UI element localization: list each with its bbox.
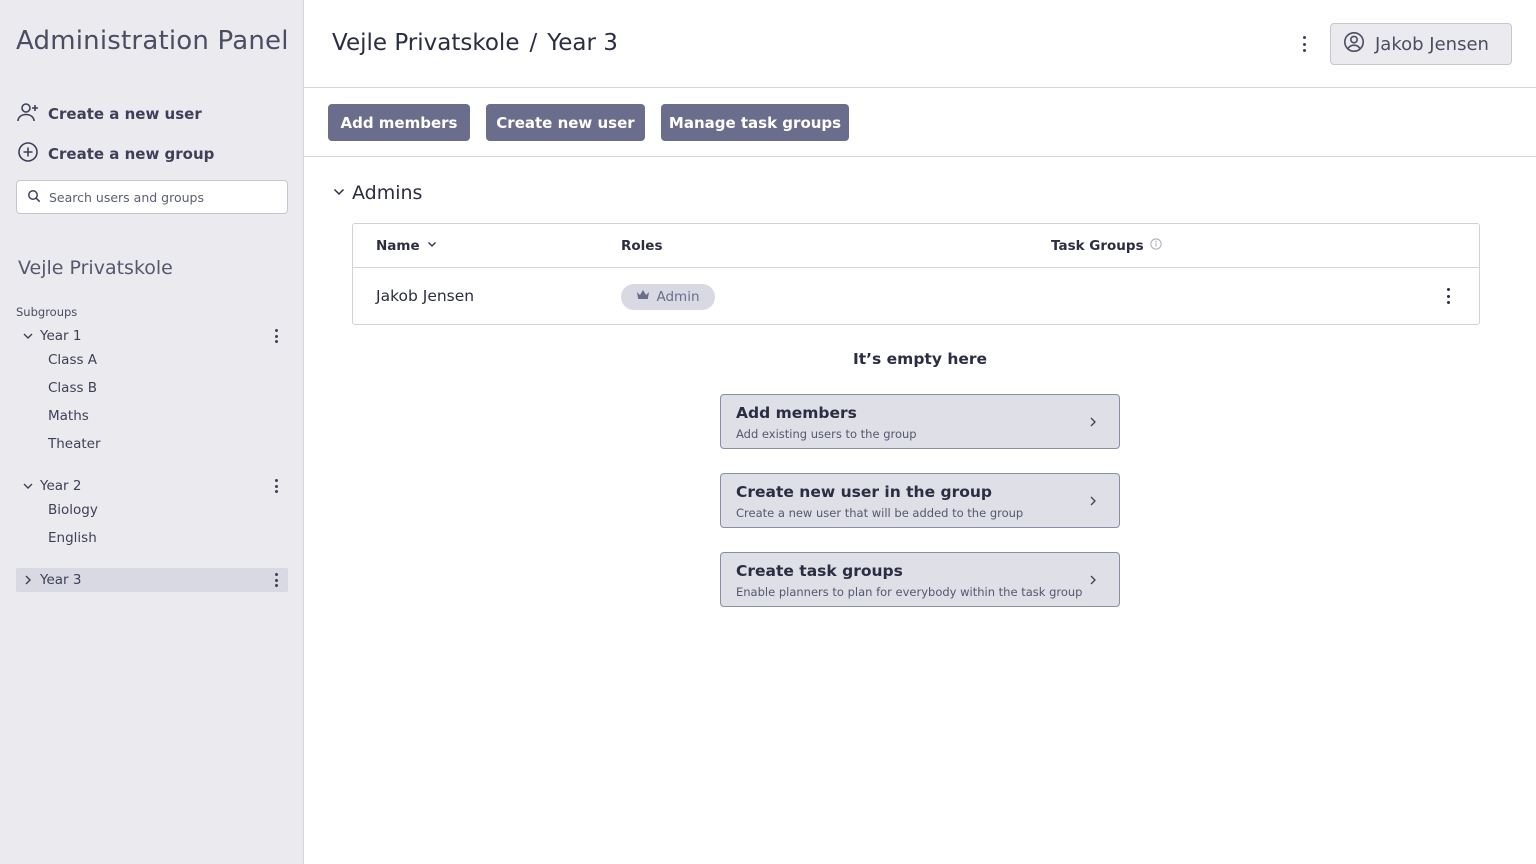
add-user-icon (16, 101, 40, 127)
search-icon (27, 188, 41, 207)
table-row[interactable]: Jakob Jensen Admin (353, 268, 1479, 325)
subgroups-label: Subgroups (16, 305, 78, 319)
role-label: Admin (656, 289, 700, 305)
breadcrumb: Vejle Privatskole / Year 3 (332, 30, 618, 56)
more-options-icon[interactable] (1298, 36, 1310, 52)
member-name: Jakob Jensen (376, 287, 475, 305)
info-icon[interactable] (1150, 238, 1162, 254)
create-user-link[interactable]: Create a new user (16, 101, 202, 127)
admins-section-toggle[interactable]: Admins (332, 182, 422, 204)
more-options-icon[interactable] (1442, 288, 1454, 304)
tree-item-label: Year 1 (40, 328, 82, 344)
column-header-task-groups: Task Groups (1051, 238, 1162, 254)
add-members-card[interactable]: Add members Add existing users to the gr… (720, 394, 1120, 449)
card-title: Add members (736, 404, 857, 422)
more-options-icon[interactable] (270, 328, 282, 344)
breadcrumb-org[interactable]: Vejle Privatskole (332, 30, 519, 56)
user-avatar-icon (1343, 31, 1365, 58)
tree-child-class-a[interactable]: Class A (48, 352, 97, 368)
search-box (16, 180, 288, 214)
more-options-icon[interactable] (270, 572, 282, 588)
app-title: Administration Panel (16, 26, 289, 56)
chevron-right-icon (1090, 496, 1096, 506)
column-header-roles: Roles (621, 238, 663, 254)
toolbar: Add members Create new user Manage task … (304, 88, 1536, 157)
user-name: Jakob Jensen (1375, 33, 1489, 55)
create-user-label: Create a new user (48, 105, 202, 123)
page-header: Vejle Privatskole / Year 3 Jakob Jensen (304, 0, 1536, 88)
breadcrumb-current: Year 3 (547, 30, 618, 56)
card-subtitle: Add existing users to the group (736, 427, 917, 441)
create-user-in-group-card[interactable]: Create new user in the group Create a ne… (720, 473, 1120, 528)
tree-item-year-3[interactable]: Year 3 (16, 568, 288, 592)
card-title: Create task groups (736, 562, 903, 580)
create-new-user-button[interactable]: Create new user (486, 104, 645, 141)
card-subtitle: Enable planners to plan for everybody wi… (736, 585, 1083, 599)
breadcrumb-separator: / (529, 30, 538, 56)
more-options-icon[interactable] (270, 478, 282, 494)
tree-item-year-2[interactable]: Year 2 (16, 474, 288, 498)
crown-icon (636, 289, 650, 305)
admins-section-title: Admins (352, 182, 423, 204)
create-group-link[interactable]: Create a new group (16, 141, 214, 167)
chevron-right-icon[interactable] (16, 574, 40, 586)
manage-task-groups-button[interactable]: Manage task groups (661, 104, 849, 141)
tree-child-biology[interactable]: Biology (48, 502, 98, 518)
chevron-down-icon (332, 182, 346, 204)
chevron-right-icon (1090, 417, 1096, 427)
chevron-down-icon[interactable] (16, 330, 40, 342)
sort-chevron-down-icon (426, 238, 438, 254)
user-menu-button[interactable]: Jakob Jensen (1330, 23, 1512, 65)
tree-item-label: Year 2 (40, 478, 82, 494)
tree-child-class-b[interactable]: Class B (48, 380, 97, 396)
tree-child-english[interactable]: English (48, 530, 97, 546)
column-header-name[interactable]: Name (376, 238, 438, 254)
tree-child-theater[interactable]: Theater (48, 436, 101, 452)
chevron-down-icon[interactable] (16, 480, 40, 492)
search-input[interactable] (49, 189, 279, 205)
create-group-label: Create a new group (48, 145, 215, 163)
card-subtitle: Create a new user that will be added to … (736, 506, 1024, 520)
card-title: Create new user in the group (736, 483, 992, 501)
plus-circle-icon (16, 141, 40, 167)
admins-table: Name Roles Task Groups Jakob Jensen Admi… (352, 223, 1480, 325)
chevron-right-icon (1090, 575, 1096, 585)
sidebar: Administration Panel Create a new user C… (0, 0, 304, 864)
role-badge: Admin (621, 284, 715, 310)
create-task-groups-card[interactable]: Create task groups Enable planners to pl… (720, 552, 1120, 607)
empty-state-title: It’s empty here (852, 350, 988, 368)
tree-item-label: Year 3 (40, 572, 82, 588)
org-name[interactable]: Vejle Privatskole (18, 257, 173, 279)
add-members-button[interactable]: Add members (328, 104, 470, 141)
column-task-groups-label: Task Groups (1051, 238, 1144, 254)
tree-item-year-1[interactable]: Year 1 (16, 324, 288, 348)
tree-child-maths[interactable]: Maths (48, 408, 89, 424)
table-header: Name Roles Task Groups (353, 224, 1479, 268)
column-name-label: Name (376, 238, 420, 254)
